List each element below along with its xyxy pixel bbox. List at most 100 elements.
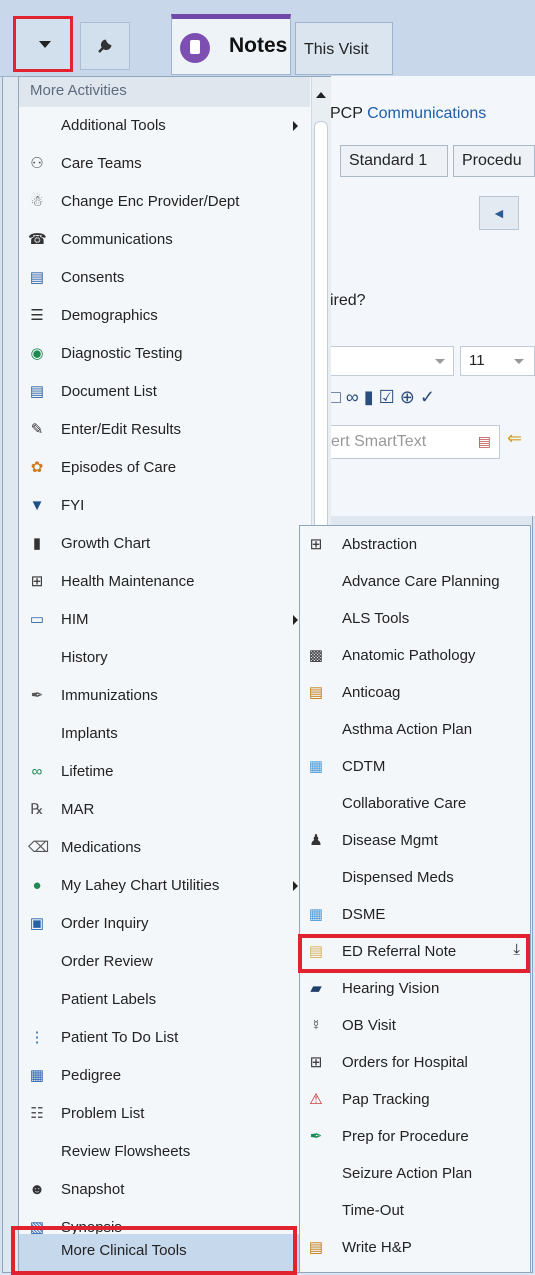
submenu-item-anatomic-pathology[interactable]: ▩ Anatomic Pathology	[300, 638, 530, 675]
lifetime-icon: ∞	[31, 763, 43, 780]
tab-notes[interactable]: Notes	[171, 14, 291, 75]
submenu-item-advance-care-planning[interactable]: Advance Care Planning	[300, 564, 530, 601]
menu-item-document-list[interactable]: ▤ Document List	[19, 375, 310, 412]
pedigree-icon: ▦	[29, 1067, 45, 1084]
syringe-icon: ✒	[30, 687, 44, 704]
menu-item-problem-list[interactable]: ☷ Problem List	[19, 1097, 310, 1134]
dsme-icon: ▦	[308, 906, 324, 923]
procedure-template-button[interactable]: Procedu	[453, 145, 535, 177]
smarttext-placeholder: ert SmartText	[331, 433, 427, 450]
menu-item-communications[interactable]: ☎ Communications	[19, 223, 310, 260]
write-hp-icon: ▤	[308, 1239, 324, 1256]
submenu-item-collaborative-care[interactable]: Collaborative Care	[300, 786, 530, 823]
standard-label: Standard 1	[349, 152, 428, 169]
pathology-icon: ▩	[308, 647, 324, 664]
menu-item-review-flowsheets[interactable]: Review Flowsheets	[19, 1135, 310, 1172]
menu-item-demographics[interactable]: ☰ Demographics	[19, 299, 310, 336]
alert-clipboard-icon: ⚠	[309, 1091, 323, 1108]
font-size-select[interactable]: 11	[460, 346, 535, 376]
menu-item-health-maintenance[interactable]: ⊞ Health Maintenance	[19, 565, 310, 602]
chevron-down-icon	[514, 359, 524, 364]
health-maintenance-icon: ⊞	[30, 573, 44, 590]
share-button[interactable]: ◄	[479, 196, 519, 230]
growth-chart-icon: ▮	[32, 535, 42, 552]
submenu-item-dsme[interactable]: ▦ DSME	[300, 897, 530, 934]
font-family-select[interactable]	[330, 346, 454, 376]
menu-item-implants[interactable]: Implants	[19, 717, 310, 754]
menu-item-episodes-of-care[interactable]: ✿ Episodes of Care	[19, 451, 310, 488]
submenu-item-prep-for-procedure[interactable]: ✒ Prep for Procedure	[300, 1119, 530, 1156]
submenu-item-cdtm[interactable]: ▦ CDTM	[300, 749, 530, 786]
pcp-label: PCP	[330, 105, 363, 122]
menu-item-history[interactable]: History	[19, 641, 310, 678]
submenu-item-pap-tracking[interactable]: ⚠ Pap Tracking	[300, 1082, 530, 1119]
menu-header-label: More Activities	[30, 82, 127, 99]
menu-item-my-lahey-chart-utilities[interactable]: ● My Lahey Chart Utilities	[19, 869, 310, 906]
notes-icon	[180, 33, 210, 63]
submenu-item-disease-mgmt[interactable]: ♟ Disease Mgmt	[300, 823, 530, 860]
menu-item-immunizations[interactable]: ✒ Immunizations	[19, 679, 310, 716]
smarttext-input[interactable]: ert SmartText ▤	[322, 425, 500, 459]
communications-link[interactable]: Communications	[367, 105, 486, 122]
menu-item-change-enc-provider[interactable]: ☃ Change Enc Provider/Dept	[19, 185, 310, 222]
pcp-line: PCP Communications	[330, 105, 486, 123]
scroll-up-icon[interactable]	[316, 92, 326, 98]
tools-button[interactable]	[80, 22, 130, 70]
highlight-more-clinical-tools	[11, 1226, 297, 1275]
menu-item-pedigree[interactable]: ▦ Pedigree	[19, 1059, 310, 1096]
smarttext-icon: ▤	[477, 433, 491, 449]
communications-icon: ☎	[28, 231, 47, 248]
submenu-item-seizure-action-plan[interactable]: Seizure Action Plan	[300, 1156, 530, 1193]
font-size-value: 11	[469, 352, 485, 369]
flag-icon: ▼	[29, 497, 45, 514]
editor-toolbar-icons[interactable]: □∞▮☑⊕✓	[330, 387, 440, 408]
standard-template-button[interactable]: Standard 1	[340, 145, 448, 177]
menu-item-patient-to-do-list[interactable]: ⋮ Patient To Do List	[19, 1021, 310, 1058]
tab-this-visit-label: This Visit	[304, 41, 369, 58]
binoculars-icon: ▰	[310, 980, 322, 997]
submenu-item-asthma-action-plan[interactable]: Asthma Action Plan	[300, 712, 530, 749]
submenu-item-orders-for-hospital[interactable]: ⊞ Orders for Hospital	[300, 1045, 530, 1082]
menu-header: More Activities	[19, 77, 310, 107]
more-activities-dropdown-button[interactable]	[13, 16, 73, 72]
submenu-item-dispensed-meds[interactable]: Dispensed Meds	[300, 860, 530, 897]
menu-item-diagnostic-testing[interactable]: ◉ Diagnostic Testing	[19, 337, 310, 374]
menu-item-care-teams[interactable]: ⚇ Care Teams	[19, 147, 310, 184]
caret-down-icon	[39, 41, 51, 48]
menu-item-mar[interactable]: ℞ MAR	[19, 793, 310, 830]
cdtm-icon: ▦	[308, 758, 324, 775]
submenu-arrow-icon	[293, 615, 298, 625]
menu-item-order-review[interactable]: Order Review	[19, 945, 310, 982]
menu-item-order-inquiry[interactable]: ▣ Order Inquiry	[19, 907, 310, 944]
menu-item-growth-chart[interactable]: ▮ Growth Chart	[19, 527, 310, 564]
todo-list-icon: ⋮	[29, 1029, 45, 1046]
submenu-item-anticoag[interactable]: ▤ Anticoag	[300, 675, 530, 712]
submenu-item-ob-visit[interactable]: ☿ OB Visit	[300, 1008, 530, 1045]
consents-icon: ▤	[29, 269, 45, 286]
activity-tab-bar: Notes This Visit	[0, 0, 535, 77]
menu-item-him[interactable]: ▭ HIM	[19, 603, 310, 640]
menu-item-lifetime[interactable]: ∞ Lifetime	[19, 755, 310, 792]
submenu-item-als-tools[interactable]: ALS Tools	[300, 601, 530, 638]
tab-this-visit[interactable]: This Visit	[295, 22, 393, 75]
menu-item-snapshot[interactable]: ☻ Snapshot	[19, 1173, 310, 1210]
person-icon: ☻	[29, 1181, 45, 1198]
plus-box-icon: ⊞	[309, 536, 323, 553]
submenu-item-time-out[interactable]: Time-Out	[300, 1193, 530, 1230]
pencil-icon: ✎	[30, 421, 44, 438]
menu-item-consents[interactable]: ▤ Consents	[19, 261, 310, 298]
submenu-item-write-hp[interactable]: ▤ Write H&P	[300, 1230, 530, 1267]
menu-item-additional-tools[interactable]: Additional Tools	[19, 109, 310, 146]
submenu-item-abstraction[interactable]: ⊞ Abstraction	[300, 527, 530, 564]
insert-arrow-icon[interactable]: ⇐	[507, 428, 522, 449]
change-provider-icon: ☃	[30, 193, 44, 210]
menu-item-enter-edit-results[interactable]: ✎ Enter/Edit Results	[19, 413, 310, 450]
menu-item-fyi[interactable]: ▼ FYI	[19, 489, 310, 526]
highlight-ed-referral-note	[298, 934, 530, 973]
him-icon: ▭	[29, 611, 45, 628]
wrench-icon	[98, 39, 112, 53]
menu-item-medications[interactable]: ⌫ Medications	[19, 831, 310, 868]
globe-icon: ●	[32, 877, 42, 894]
submenu-item-hearing-vision[interactable]: ▰ Hearing Vision	[300, 971, 530, 1008]
menu-item-patient-labels[interactable]: Patient Labels	[19, 983, 310, 1020]
